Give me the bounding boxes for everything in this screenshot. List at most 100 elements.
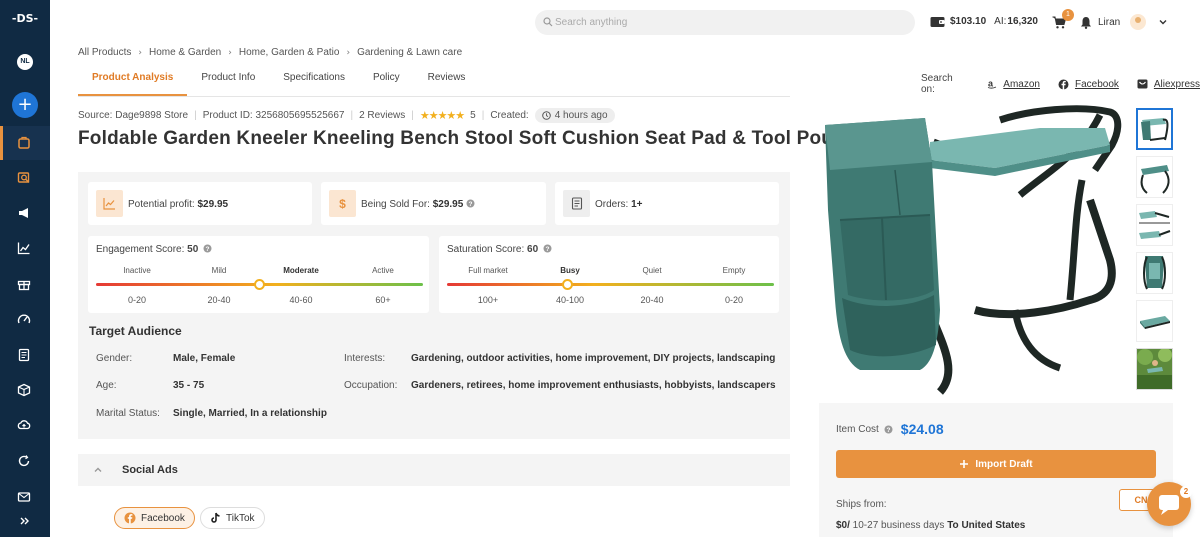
tab-product-analysis[interactable]: Product Analysis — [78, 64, 188, 96]
source-store[interactable]: Source: Dage9898 Store — [78, 110, 188, 121]
add-button[interactable]: + — [12, 92, 38, 118]
chevron-up-icon[interactable] — [93, 465, 103, 475]
chevron-right-icon: › — [138, 47, 142, 58]
sidebar-item-gifts[interactable] — [0, 267, 50, 301]
thumbnail-image[interactable] — [1136, 108, 1173, 150]
saturation-level: Busy — [560, 266, 580, 275]
saturation-score-knob — [562, 279, 574, 290]
engagement-range: 40-60 — [289, 295, 313, 305]
saturation-score-card: Saturation Score: 60 ? Full market Busy … — [439, 236, 779, 313]
sidebar-item-speed[interactable] — [0, 302, 50, 336]
sidebar-expand[interactable] — [0, 504, 50, 537]
sidebar-item-sync[interactable] — [0, 444, 50, 478]
ships-from-label: Ships from: — [836, 499, 887, 510]
search-input[interactable] — [555, 14, 895, 31]
saturation-score-value: 60 — [527, 244, 539, 255]
chevron-right-icon: › — [228, 47, 232, 58]
sidebar-item-products[interactable] — [0, 126, 50, 160]
help-icon[interactable]: ? — [543, 244, 552, 253]
search-icon — [543, 17, 553, 27]
saturation-score-label: Saturation Score: — [447, 244, 525, 255]
shipping-days: 10-27 business days — [849, 520, 948, 531]
sidebar-item-ads[interactable] — [0, 196, 50, 230]
ads-icon — [19, 208, 28, 218]
engagement-score-value: 50 — [187, 244, 199, 255]
facebook-link[interactable]: Facebook — [1075, 79, 1119, 90]
sold-for-label: Being Sold For: — [361, 199, 430, 210]
help-icon[interactable]: ? — [884, 425, 893, 434]
engagement-level: Moderate — [283, 266, 319, 275]
breadcrumb-item[interactable]: Home & Garden — [149, 47, 221, 58]
chat-badge: 2 — [1180, 486, 1192, 498]
engagement-level: Active — [372, 266, 394, 275]
sidebar: -DS- NL + — [0, 0, 50, 537]
help-icon[interactable]: ? — [203, 244, 212, 253]
import-draft-button[interactable]: Import Draft — [836, 450, 1156, 478]
tab-product-info[interactable]: Product Info — [187, 64, 269, 96]
sidebar-item-boxes[interactable] — [0, 373, 50, 407]
product-title: Foldable Garden Kneeler Kneeling Bench S… — [78, 128, 856, 149]
avatar[interactable] — [1130, 14, 1147, 30]
rating-value: 5 — [470, 110, 476, 121]
analysis-panel: Potential profit: $29.95 $ Being Sold Fo… — [78, 172, 790, 439]
breadcrumb-item[interactable]: All Products — [78, 47, 131, 58]
breadcrumb-item[interactable]: Gardening & Lawn care — [357, 47, 462, 58]
engagement-levels: Inactive Mild Moderate Active — [96, 266, 424, 275]
product-main-image[interactable] — [820, 100, 1125, 396]
box-icon — [17, 383, 31, 397]
aliexpress-link[interactable]: Aliexpress — [1154, 79, 1200, 90]
thumbnail-image[interactable] — [1136, 252, 1173, 294]
breadcrumb-item[interactable]: Home, Garden & Patio — [239, 47, 340, 58]
amazon-link[interactable]: Amazon — [1003, 79, 1040, 90]
search-bar — [535, 10, 915, 35]
tiktok-chip[interactable]: TikTok — [200, 507, 265, 529]
sidebar-item-upload[interactable] — [0, 408, 50, 442]
thumbnail-image[interactable] — [1136, 348, 1173, 390]
search-on-label: Search on: — [921, 73, 953, 95]
import-draft-label: Import Draft — [975, 458, 1033, 470]
cloud-upload-icon — [17, 420, 31, 430]
app-logo[interactable]: -DS- — [0, 12, 50, 25]
saturation-score-bar — [447, 283, 774, 286]
help-icon[interactable]: ? — [466, 199, 475, 208]
occupation-label: Occupation: — [344, 380, 398, 391]
chevron-down-icon[interactable] — [1158, 17, 1168, 27]
created-label: Created: — [490, 110, 529, 121]
saturation-range: 0-20 — [724, 295, 743, 305]
tab-bar: Product Analysis Product Info Specificat… — [78, 64, 790, 97]
profit-card: Potential profit: $29.95 — [88, 182, 312, 225]
profit-label: Potential profit: — [128, 199, 195, 210]
svg-text:?: ? — [886, 427, 890, 434]
sidebar-item-analytics[interactable] — [0, 231, 50, 265]
gender-label: Gender: — [96, 353, 133, 364]
item-cost-label: Item Cost — [836, 423, 879, 435]
analytics-icon — [17, 242, 30, 255]
sold-for-card: $ Being Sold For: $29.95 ? — [321, 182, 546, 225]
saturation-level: Empty — [722, 266, 746, 275]
svg-text:?: ? — [469, 201, 473, 208]
gift-icon — [17, 280, 31, 291]
purchase-panel: Item Cost ? $24.08 Import Draft Ships fr… — [819, 403, 1173, 537]
tab-specifications[interactable]: Specifications — [269, 64, 359, 96]
wallet[interactable]: $103.10 AI: 16,320 — [930, 15, 1038, 28]
thumbnail-image[interactable] — [1136, 300, 1173, 342]
bell-icon[interactable] — [1080, 16, 1092, 29]
tab-reviews[interactable]: Reviews — [414, 64, 480, 96]
thumbnail-image[interactable] — [1136, 156, 1173, 198]
thumbnail-image[interactable] — [1136, 204, 1173, 246]
social-ads-section[interactable]: Social Ads — [78, 454, 790, 486]
product-research-icon — [17, 172, 30, 183]
sidebar-item-documents[interactable] — [0, 338, 50, 372]
tab-policy[interactable]: Policy — [359, 64, 414, 96]
sidebar-item-product-research[interactable] — [0, 161, 50, 195]
user-menu[interactable]: Liran — [1080, 14, 1168, 30]
orders-list-icon — [563, 190, 590, 217]
svg-text:?: ? — [545, 246, 549, 253]
created-badge: 4 hours ago — [534, 108, 615, 123]
workspace-avatar[interactable]: NL — [17, 54, 33, 70]
wallet-balance: $103.10 — [950, 16, 987, 27]
review-count[interactable]: 2 Reviews — [359, 110, 405, 121]
engagement-score-title: Engagement Score: 50 ? — [96, 244, 212, 255]
ai-credits-value: 16,320 — [1007, 16, 1038, 27]
facebook-chip[interactable]: Facebook — [114, 507, 195, 529]
